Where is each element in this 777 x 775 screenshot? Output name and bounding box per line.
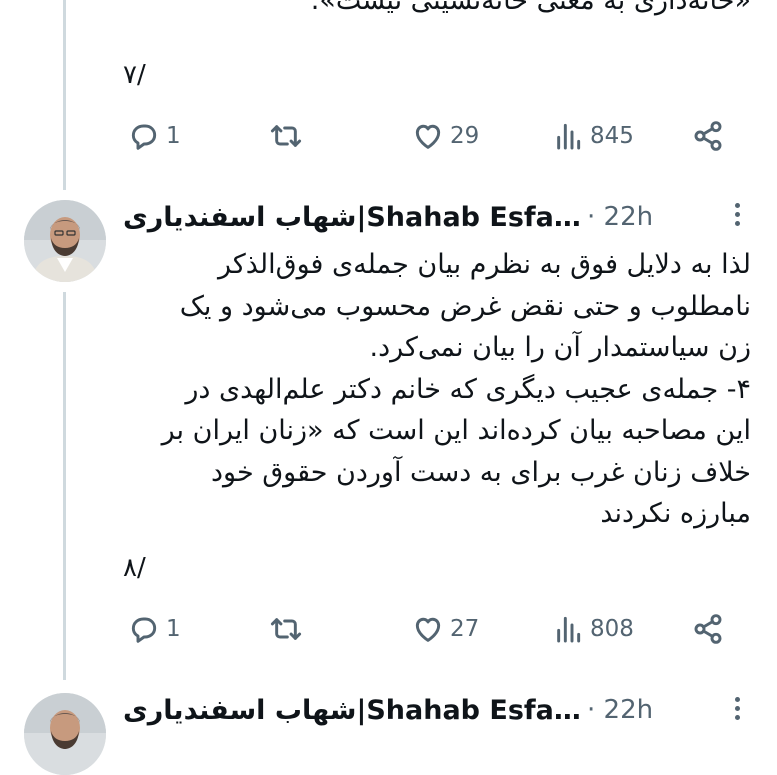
more-icon — [735, 203, 740, 208]
heart-icon — [415, 124, 441, 149]
more-icon — [735, 697, 740, 702]
author-name[interactable]: شهاب اسفندیاری|Shahab Esfan… — [123, 202, 581, 233]
reply-count: 1 — [166, 123, 181, 149]
avatar-image — [24, 693, 106, 775]
repost-icon — [270, 618, 302, 640]
reply-icon — [131, 124, 157, 150]
avatar[interactable] — [24, 693, 106, 775]
reply-count: 1 — [166, 616, 181, 642]
avatar-image — [24, 200, 106, 282]
repost-button[interactable] — [270, 609, 308, 649]
like-count: 27 — [450, 616, 480, 642]
tweet-header: شهاب اسفندیاری|Shahab Esfan… · 22h — [123, 690, 749, 730]
action-bar: 1 29 845 — [112, 116, 752, 156]
more-button[interactable] — [735, 697, 741, 724]
tweet-time[interactable]: · 22h — [587, 202, 653, 232]
like-button[interactable]: 27 — [412, 609, 479, 649]
views-icon — [557, 616, 581, 643]
like-count: 29 — [450, 123, 480, 149]
thread-line — [63, 0, 66, 190]
share-icon — [694, 121, 722, 151]
action-bar: 1 27 808 — [112, 609, 752, 649]
views-icon — [557, 123, 581, 150]
views-button[interactable]: 845 — [552, 116, 634, 156]
tweet-header: شهاب اسفندیاری|Shahab Esfan… · 22h — [123, 197, 749, 237]
views-count: 845 — [590, 123, 634, 149]
reply-button[interactable]: 1 — [128, 609, 181, 649]
heart-icon — [415, 617, 441, 642]
tweet-text: «خانه‌داری به معنی خانه‌نشینی نیست». — [310, 0, 751, 16]
thread-page-number: ۷/ — [123, 60, 146, 90]
like-button[interactable]: 29 — [412, 116, 479, 156]
thread-line — [63, 292, 66, 680]
author-name[interactable]: شهاب اسفندیاری|Shahab Esfan… — [123, 695, 581, 726]
reply-icon — [131, 617, 157, 643]
share-icon — [694, 614, 722, 644]
reply-button[interactable]: 1 — [128, 116, 181, 156]
repost-icon — [270, 125, 302, 147]
share-button[interactable] — [692, 609, 724, 649]
timestamp: 22h — [603, 202, 654, 232]
thread-page-number: ۸/ — [123, 553, 146, 583]
views-button[interactable]: 808 — [552, 609, 634, 649]
views-count: 808 — [590, 616, 634, 642]
timestamp: 22h — [603, 695, 654, 725]
repost-button[interactable] — [270, 116, 308, 156]
share-button[interactable] — [692, 116, 724, 156]
tweet-time[interactable]: · 22h — [587, 695, 653, 725]
tweet-text: لذا به دلایل فوق به نظرم بیان جمله‌ی فوق… — [161, 249, 751, 529]
avatar[interactable] — [24, 200, 106, 282]
more-button[interactable] — [735, 203, 741, 230]
